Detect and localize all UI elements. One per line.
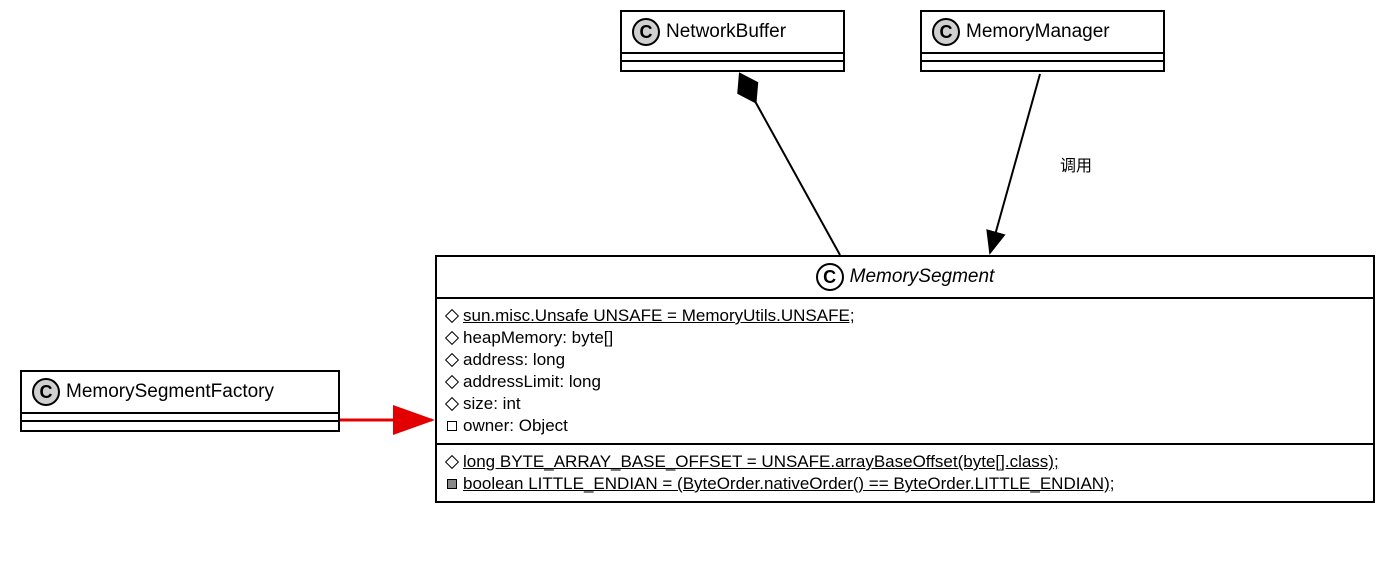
member-text: addressLimit: long: [463, 372, 601, 392]
class-header: C NetworkBuffer: [622, 12, 843, 54]
visibility-icon: [447, 479, 457, 489]
member-text: address: long: [463, 350, 565, 370]
member: address: long: [447, 349, 1363, 371]
member-text: sun.misc.Unsafe UNSAFE = MemoryUtils.UNS…: [463, 306, 855, 326]
member-text: owner: Object: [463, 416, 568, 436]
class-memory-manager: C MemoryManager: [920, 10, 1165, 72]
relation-label: 调用: [1060, 152, 1092, 176]
member: heapMemory: byte[]: [447, 327, 1363, 349]
class-icon: C: [932, 18, 960, 46]
member: addressLimit: long: [447, 371, 1363, 393]
empty-section: [622, 62, 843, 70]
member: long BYTE_ARRAY_BASE_OFFSET = UNSAFE.arr…: [447, 451, 1363, 473]
class-icon: C: [32, 378, 60, 406]
class-memory-segment: C MemorySegment sun.misc.Unsafe UNSAFE =…: [435, 255, 1375, 503]
member: boolean LITTLE_ENDIAN = (ByteOrder.nativ…: [447, 473, 1363, 495]
class-icon: C: [632, 18, 660, 46]
class-name: MemorySegmentFactory: [66, 381, 274, 403]
class-icon: C: [816, 263, 844, 291]
empty-section: [22, 414, 338, 422]
member: sun.misc.Unsafe UNSAFE = MemoryUtils.UNS…: [447, 305, 1363, 327]
member-text: size: int: [463, 394, 521, 414]
visibility-icon: [445, 375, 459, 389]
statics-section: long BYTE_ARRAY_BASE_OFFSET = UNSAFE.arr…: [437, 445, 1373, 501]
visibility-icon: [445, 353, 459, 367]
visibility-icon: [445, 455, 459, 469]
member-text: long BYTE_ARRAY_BASE_OFFSET = UNSAFE.arr…: [463, 452, 1059, 472]
class-name: MemoryManager: [966, 21, 1110, 43]
member: size: int: [447, 393, 1363, 415]
empty-section: [922, 54, 1163, 62]
class-header: C MemorySegmentFactory: [22, 372, 338, 414]
visibility-icon: [445, 331, 459, 345]
empty-section: [922, 62, 1163, 70]
class-name: NetworkBuffer: [666, 21, 786, 43]
class-name: MemorySegment: [850, 266, 995, 288]
class-network-buffer: C NetworkBuffer: [620, 10, 845, 72]
member: owner: Object: [447, 415, 1363, 437]
class-header: C MemoryManager: [922, 12, 1163, 54]
empty-section: [622, 54, 843, 62]
member-text: boolean LITTLE_ENDIAN = (ByteOrder.nativ…: [463, 474, 1114, 494]
empty-section: [22, 422, 338, 430]
visibility-icon: [445, 309, 459, 323]
visibility-icon: [447, 421, 457, 431]
member-text: heapMemory: byte[]: [463, 328, 613, 348]
class-header: C MemorySegment: [437, 257, 1373, 299]
visibility-icon: [445, 397, 459, 411]
class-memory-segment-factory: C MemorySegmentFactory: [20, 370, 340, 432]
attributes-section: sun.misc.Unsafe UNSAFE = MemoryUtils.UNS…: [437, 299, 1373, 445]
